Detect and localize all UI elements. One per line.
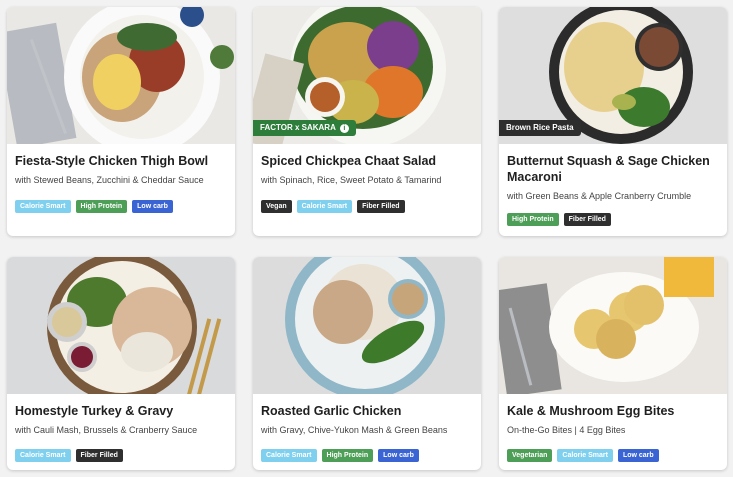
meal-title[interactable]: Butternut Squash & Sage Chicken Macaroni [507,153,719,185]
tag-low-carb: Low carb [132,200,173,213]
meal-card[interactable]: Kale & Mushroom Egg Bites On-the-Go Bite… [499,257,727,470]
meal-subtitle: with Stewed Beans, Zucchini & Cheddar Sa… [15,175,204,185]
tag-list: High Protein Fiber Filled [507,213,611,226]
tag-calorie-smart: Calorie Smart [15,449,71,462]
meal-card[interactable]: Roasted Garlic Chicken with Gravy, Chive… [253,257,481,470]
tag-list: Calorie Smart Fiber Filled [15,449,123,462]
meal-title[interactable]: Homestyle Turkey & Gravy [15,403,227,419]
tag-high-protein: High Protein [321,449,374,462]
tag-high-protein: High Protein [507,213,559,226]
tag-low-carb: Low carb [378,449,419,462]
tag-calorie-smart: Calorie Smart [296,200,353,213]
meal-photo[interactable] [7,7,235,144]
tag-fiber-filled: Fiber Filled [563,213,611,226]
tag-fiber-filled: Fiber Filled [357,200,405,213]
pasta-badge: Brown Rice Pasta [499,120,581,136]
tag-list: Vegetarian Calorie Smart Low carb [507,449,659,462]
meal-photo[interactable]: FACTOR x SAKARA i [253,7,481,144]
meal-photo-image [499,257,727,394]
meal-photo-image [253,257,481,394]
meal-photo[interactable] [7,257,235,394]
meal-subtitle: with Spinach, Rice, Sweet Potato & Tamar… [261,175,442,185]
tag-list: Calorie Smart High Protein Low carb [15,200,173,213]
tag-calorie-smart: Calorie Smart [261,449,317,462]
tag-calorie-smart: Calorie Smart [15,200,71,213]
meal-photo-image [7,257,235,394]
collab-badge: FACTOR x SAKARA i [253,120,356,136]
meal-card[interactable]: Fiesta-Style Chicken Thigh Bowl with Ste… [7,7,235,236]
tag-vegan: Vegan [261,200,292,213]
badge-label: FACTOR x SAKARA [260,123,336,132]
meal-photo[interactable]: Brown Rice Pasta [499,7,727,144]
meal-title[interactable]: Spiced Chickpea Chaat Salad [261,153,473,169]
meal-title[interactable]: Kale & Mushroom Egg Bites [507,403,719,419]
meal-photo[interactable] [253,257,481,394]
tag-list: Calorie Smart High Protein Low carb [261,449,419,462]
meal-card[interactable]: Brown Rice Pasta Butternut Squash & Sage… [499,7,727,236]
meal-subtitle: with Gravy, Chive-Yukon Mash & Green Bea… [261,425,448,435]
tag-calorie-smart: Calorie Smart [557,449,613,462]
meal-subtitle: On-the-Go Bites | 4 Egg Bites [507,425,626,435]
meal-photo[interactable] [499,257,727,394]
tag-list: Vegan Calorie Smart Fiber Filled [261,200,405,213]
tag-vegetarian: Vegetarian [507,449,553,462]
info-icon[interactable]: i [339,123,349,133]
badge-label: Brown Rice Pasta [506,123,574,132]
meal-subtitle: with Green Beans & Apple Cranberry Crumb… [507,191,692,201]
meal-card[interactable]: FACTOR x SAKARA i Spiced Chickpea Chaat … [253,7,481,236]
tag-low-carb: Low carb [617,449,659,462]
tag-high-protein: High Protein [75,200,128,213]
meal-title[interactable]: Roasted Garlic Chicken [261,403,473,419]
meal-title[interactable]: Fiesta-Style Chicken Thigh Bowl [15,153,227,169]
meal-card[interactable]: Homestyle Turkey & Gravy with Cauli Mash… [7,257,235,470]
meal-subtitle: with Cauli Mash, Brussels & Cranberry Sa… [15,425,198,435]
meal-photo-image [7,7,235,144]
tag-fiber-filled: Fiber Filled [75,449,123,462]
